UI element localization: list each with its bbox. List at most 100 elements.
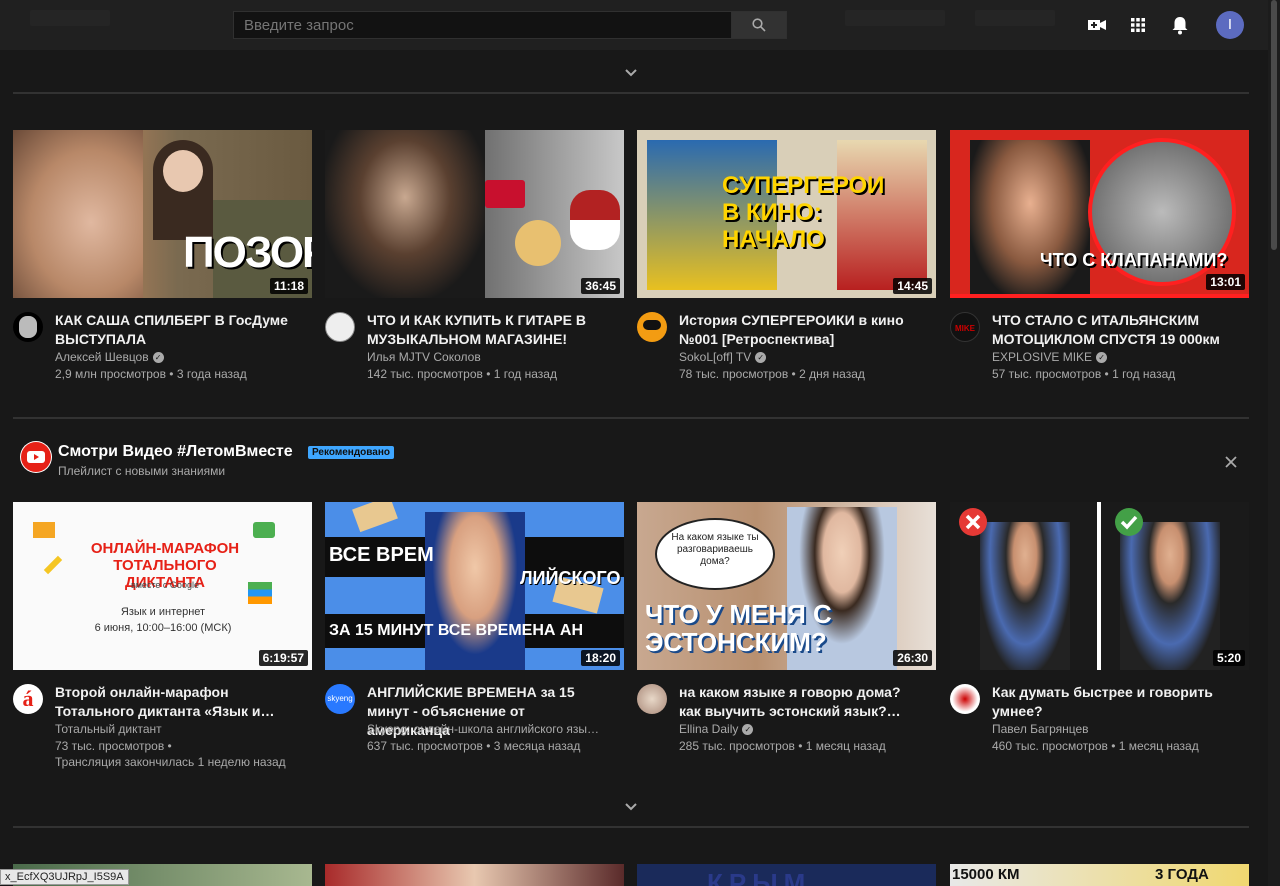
thumbnail-overlay-text: 15000 КМ <box>952 866 1020 883</box>
search-button[interactable] <box>731 11 787 39</box>
channel-name[interactable]: Алексей Шевцов ✓ <box>55 350 164 364</box>
video-thumbnail[interactable]: ОНЛАЙН-МАРАФОН ТОТАЛЬНОГО ДИКТАНТА вмест… <box>13 502 312 670</box>
account-avatar[interactable]: I <box>1216 11 1244 39</box>
verified-icon: ✓ <box>755 352 767 364</box>
video-title[interactable]: Второй онлайн-марафон Тотального диктант… <box>55 683 295 721</box>
shelf-subtitle: Плейлист с новыми знаниями <box>58 464 226 478</box>
verified-icon: ✓ <box>1096 352 1108 364</box>
channel-avatar[interactable]: á <box>13 684 43 714</box>
video-thumbnail[interactable]: На каком языке ты разговариваешь дома? Ч… <box>637 502 936 670</box>
video-thumbnail[interactable]: ЧТО С КЛАПАНАМИ? 13:01 <box>950 130 1249 298</box>
shelf-channel-logo[interactable] <box>20 441 52 473</box>
thumbnail-figure <box>425 512 525 670</box>
video-stats-line: 73 тыс. просмотров • <box>55 739 172 753</box>
ghost-element <box>845 10 945 26</box>
status-tooltip: x_EcfXQ3UJRpJ_I5S9A <box>0 869 129 885</box>
ghost-element <box>975 10 1055 26</box>
channel-avatar[interactable]: MIKE <box>950 312 980 342</box>
channel-name[interactable]: Тотальный диктант <box>55 722 162 736</box>
video-title[interactable]: Как думать быстрее и говорить умнее? <box>992 683 1232 721</box>
channel-avatar[interactable] <box>950 684 980 714</box>
thumbnail-figure <box>980 522 1070 670</box>
channel-name-text[interactable]: Ellina Daily <box>679 722 738 736</box>
video-title[interactable]: КАК САША СПИЛБЕРГ В ГосДуме ВЫСТУПАЛА <box>55 311 295 349</box>
channel-name[interactable]: SokoL[off] TV ✓ <box>679 350 767 364</box>
video-stats: 460 тыс. просмотров • 1 месяц назад <box>992 739 1199 753</box>
thumbnail-figure <box>163 150 203 192</box>
video-stats: 285 тыс. просмотров • 1 месяц назад <box>679 739 886 753</box>
channel-name-text[interactable]: EXPLOSIVE MIKE <box>992 350 1092 364</box>
search-icon <box>752 18 766 32</box>
verified-icon: ✓ <box>742 724 754 736</box>
channel-name-text[interactable]: Skyeng: онлайн-школа английского язы… <box>367 722 599 736</box>
video-card[interactable]: 36:45 ЧТО И КАК КУПИТЬ К ГИТАРЕ В МУЗЫКА… <box>325 130 624 398</box>
channel-name[interactable]: Илья MJTV Соколов <box>367 350 481 364</box>
apps-grid-icon[interactable] <box>1127 14 1149 36</box>
video-thumbnail[interactable]: КРЫМ <box>637 864 936 886</box>
shelf-title[interactable]: Смотри Видео #ЛетомВместе <box>58 443 293 461</box>
create-video-icon[interactable] <box>1086 14 1108 36</box>
video-thumbnail[interactable]: 15000 КМ 3 ГОДА <box>950 864 1249 886</box>
video-card[interactable]: ЧТО С КЛАПАНАМИ? 13:01 MIKE ЧТО СТАЛО С … <box>950 130 1249 398</box>
video-stats: 637 тыс. просмотров • 3 месяца назад <box>367 739 581 753</box>
recommended-badge: Рекомендовано <box>308 446 395 459</box>
thumbnail-object <box>253 522 275 538</box>
channel-name-text[interactable]: SokoL[off] TV <box>679 350 751 364</box>
video-card[interactable]: СУПЕРГЕРОИ В КИНО: НАЧАЛО 14:45 История … <box>637 130 936 398</box>
channel-avatar[interactable]: skyeng <box>325 684 355 714</box>
video-duration: 13:01 <box>1206 274 1245 290</box>
thumbnail-object <box>43 555 63 575</box>
channel-name[interactable]: EXPLOSIVE MIKE ✓ <box>992 350 1108 364</box>
video-thumbnail[interactable]: СУПЕРГЕРОИ В КИНО: НАЧАЛО 14:45 <box>637 130 936 298</box>
video-title[interactable]: на каком языке я говорю дома? как выучит… <box>679 683 919 721</box>
video-card[interactable]: ВСЕ ВРЕМ ЛИЙСКОГО ЗА 15 МИНУТ ВСЕ ВРЕМЕН… <box>325 502 624 770</box>
channel-name-text[interactable]: Алексей Шевцов <box>55 350 149 364</box>
video-card[interactable]: ПОЗОР 11:18 КАК САША СПИЛБЕРГ В ГосДуме … <box>13 130 312 398</box>
video-card[interactable]: На каком языке ты разговариваешь дома? Ч… <box>637 502 936 770</box>
video-thumbnail[interactable]: 5:20 <box>950 502 1249 670</box>
video-card[interactable]: ОНЛАЙН-МАРАФОН ТОТАЛЬНОГО ДИКТАНТА вмест… <box>13 502 312 770</box>
section-divider <box>13 92 1249 94</box>
check-mark-icon <box>1115 508 1143 536</box>
verified-icon: ✓ <box>152 352 164 364</box>
video-thumbnail[interactable]: ПОЗОР 11:18 <box>13 130 312 298</box>
scrollbar-thumb[interactable] <box>1271 0 1277 250</box>
video-duration: 6:19:57 <box>258 650 308 666</box>
chevron-down-icon[interactable] <box>622 801 640 813</box>
channel-name[interactable]: Ellina Daily ✓ <box>679 722 754 736</box>
thumbnail-object <box>515 220 561 266</box>
channel-name-text[interactable]: Илья MJTV Соколов <box>367 350 481 364</box>
thumbnail-overlay-text: СУПЕРГЕРОИ В КИНО: НАЧАЛО <box>722 172 885 253</box>
thumbnail-figure <box>325 130 485 298</box>
video-title[interactable]: ЧТО И КАК КУПИТЬ К ГИТАРЕ В МУЗЫКАЛЬНОМ … <box>367 311 607 349</box>
video-thumbnail[interactable] <box>325 864 624 886</box>
video-thumbnail[interactable]: 36:45 <box>325 130 624 298</box>
video-card[interactable]: 5:20 Как думать быстрее и говорить умнее… <box>950 502 1249 770</box>
channel-name[interactable]: Павел Багрянцев <box>992 722 1089 736</box>
video-title[interactable]: История СУПЕРГЕРОИКИ в кино №001 [Ретрос… <box>679 311 919 349</box>
notifications-bell-icon[interactable] <box>1169 14 1191 36</box>
thumbnail-overlay-text: вместе с Google <box>131 580 199 590</box>
chevron-down-icon[interactable] <box>622 67 640 79</box>
channel-name[interactable]: Skyeng: онлайн-школа английского язы… <box>367 722 599 736</box>
channel-name-text[interactable]: Павел Багрянцев <box>992 722 1089 736</box>
youtube-logo-icon <box>21 442 51 472</box>
video-duration: 5:20 <box>1212 650 1245 666</box>
thumbnail-overlay-text: ЛИЙСКОГО <box>520 568 621 588</box>
search-input[interactable] <box>233 11 731 39</box>
video-title[interactable]: ЧТО СТАЛО С ИТАЛЬЯНСКИМ МОТОЦИКЛОМ СПУСТ… <box>992 311 1232 349</box>
channel-avatar[interactable] <box>325 312 355 342</box>
channel-avatar[interactable] <box>637 684 667 714</box>
channel-avatar[interactable] <box>13 312 43 342</box>
video-duration: 11:18 <box>269 278 308 294</box>
thumbnail-overlay-text: 6 июня, 10:00–16:00 (МСК) <box>94 622 232 634</box>
thumbnail-figure <box>970 140 1090 294</box>
thumbnail-overlay-text: Язык и интернет <box>120 606 206 618</box>
thumbnail-object <box>352 502 398 533</box>
channel-name-text[interactable]: Тотальный диктант <box>55 722 162 736</box>
close-icon[interactable] <box>1224 455 1238 469</box>
channel-avatar[interactable] <box>637 312 667 342</box>
video-duration: 18:20 <box>581 650 620 666</box>
video-thumbnail[interactable]: ВСЕ ВРЕМ ЛИЙСКОГО ЗА 15 МИНУТ ВСЕ ВРЕМЕН… <box>325 502 624 670</box>
ghost-element <box>30 10 110 26</box>
